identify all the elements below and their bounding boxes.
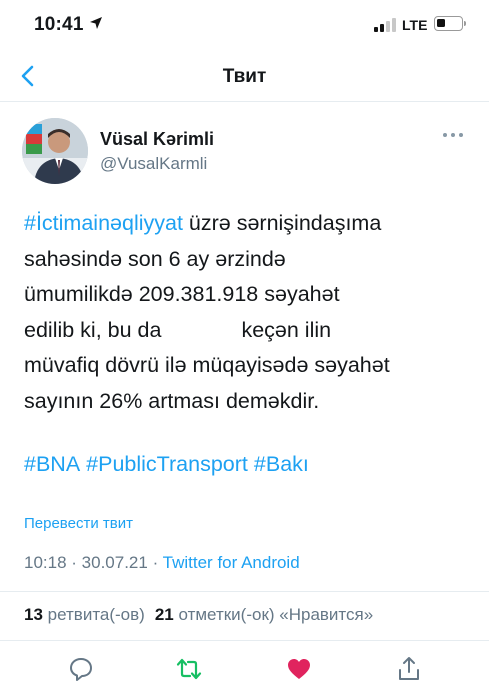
- signal-strength-icon: [374, 18, 396, 32]
- avatar-image: [22, 118, 88, 184]
- retweets-stat[interactable]: 13 ретвита(-ов): [24, 605, 145, 624]
- battery-icon: [434, 16, 463, 31]
- hashtag-link[interactable]: #BNA: [24, 452, 80, 476]
- heart-icon[interactable]: [286, 656, 312, 682]
- author-handle[interactable]: @VusalKarmli: [100, 154, 207, 174]
- hashtag-link[interactable]: #Bakı: [254, 452, 309, 476]
- tweet-meta: 10:18 · 30.07.21 · Twitter for Android: [24, 553, 300, 573]
- likes-count: 21: [154, 605, 174, 624]
- tweet-stats: 13 ретвита(-ов) 21 отметки(-ок) «Нравится…: [24, 605, 373, 625]
- tweet-text-segment: keçən ilin: [241, 317, 332, 342]
- tweet-line: sahəsində son 6 ay ərzində: [24, 246, 286, 271]
- tweet-text: #İctimainəqliyyat üzrə sərnişindaşıma sa…: [24, 206, 474, 420]
- meta-separator: ·: [147, 553, 163, 572]
- tweet-text-segment: edilib ki, bu da: [24, 317, 162, 342]
- status-bar: 10:41 LTE: [0, 0, 489, 52]
- tweet-line: #İctimainəqliyyat üzrə sərnişindaşıma: [24, 206, 474, 242]
- likes-label: отметки(-ок) «Нравится»: [178, 605, 374, 624]
- tweet-line: sayının 26% artması deməkdir.: [24, 388, 320, 413]
- nav-bar: Твит: [0, 52, 489, 102]
- more-options-icon[interactable]: [441, 128, 465, 142]
- author-name[interactable]: Vüsal Kərimli: [100, 129, 214, 150]
- tweet-line: müvafiq dövrü ilə müqayisədə səyahət: [24, 353, 390, 378]
- translate-tweet-link[interactable]: Перевести твит: [24, 515, 133, 532]
- likes-stat[interactable]: 21 отметки(-ок) «Нравится»: [155, 605, 373, 624]
- hashtag-link[interactable]: #İctimainəqliyyat: [24, 211, 183, 235]
- tweet-source-link[interactable]: Twitter for Android: [163, 553, 300, 572]
- divider: [0, 640, 489, 641]
- tweet-line: ümumilikdə 209.381.918 səyahət: [24, 282, 340, 307]
- avatar[interactable]: [22, 118, 88, 184]
- retweets-count: 13: [24, 605, 43, 624]
- tweet-text-segment: üzrə sərnişindaşıma: [182, 211, 382, 235]
- divider: [0, 591, 489, 592]
- tweet-time: 10:18: [24, 553, 67, 572]
- location-arrow-icon: [90, 17, 102, 29]
- reply-icon[interactable]: [68, 656, 94, 682]
- tweet-screen: 10:41 LTE Твит Vüsal Kərimli @VusalKarml…: [0, 0, 489, 700]
- status-time: 10:41: [34, 14, 84, 35]
- share-icon[interactable]: [396, 656, 422, 682]
- hashtag-link[interactable]: #PublicTransport: [86, 452, 248, 476]
- meta-separator: ·: [66, 553, 82, 572]
- retweet-icon[interactable]: [176, 656, 202, 682]
- battery-tip: [464, 21, 466, 26]
- action-bar: [0, 652, 489, 686]
- retweets-label: ретвита(-ов): [47, 605, 145, 624]
- tweet-line: edilib ki, bu da keçən ilin: [24, 313, 474, 349]
- page-title: Твит: [222, 66, 267, 87]
- tweet-date: 30.07.21: [81, 553, 148, 572]
- hashtag-list: #BNA #PublicTransport #Bakı: [24, 448, 315, 480]
- network-type: LTE: [402, 17, 428, 33]
